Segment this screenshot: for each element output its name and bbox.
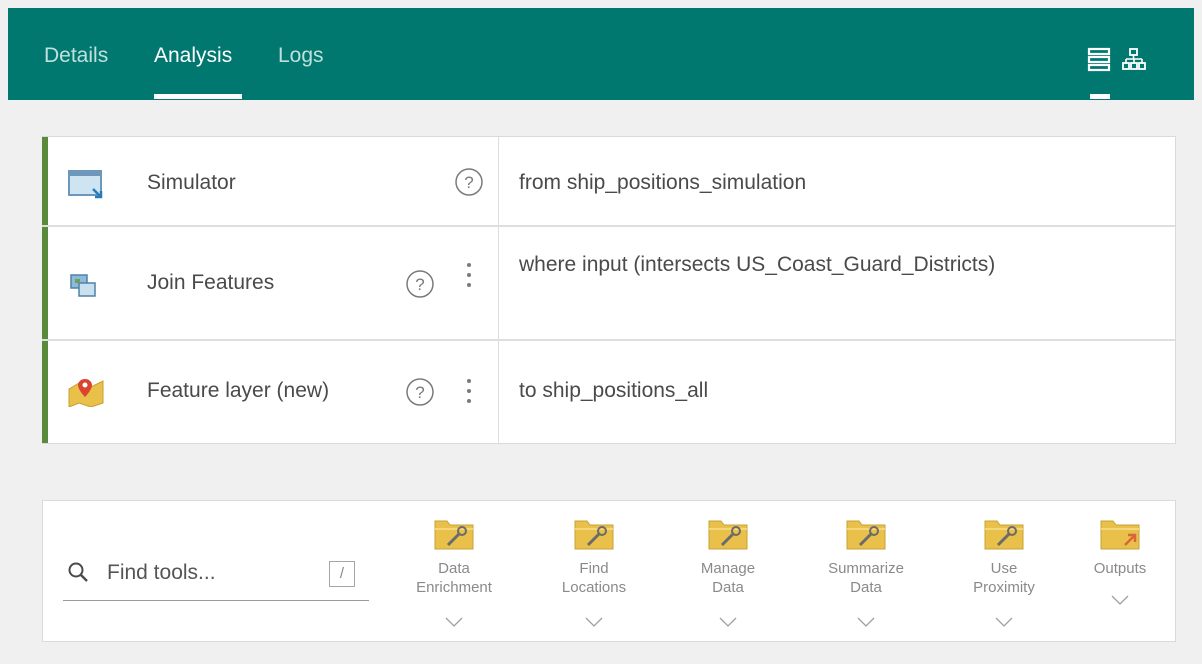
analysis-steps-panel: Simulator ? from ship_positions_simulati…	[42, 136, 1176, 444]
step-row[interactable]: Feature layer (new) ? to ship_positions_…	[42, 341, 1175, 443]
tool-folder-icon	[845, 515, 887, 551]
step-row[interactable]: Simulator ? from ship_positions_simulati…	[42, 137, 1175, 227]
chevron-down-icon	[444, 615, 464, 627]
tool-group-outputs[interactable]: Outputs	[1067, 511, 1173, 639]
chevron-down-icon	[994, 615, 1014, 627]
keyboard-shortcut-badge: /	[329, 561, 355, 587]
tool-group-label: Use Proximity	[973, 560, 1035, 596]
list-view-icon[interactable]	[1086, 46, 1114, 74]
help-icon[interactable]: ?	[454, 167, 484, 197]
tool-group-find-locations[interactable]: Find Locations	[539, 511, 649, 639]
find-tools-search: /	[63, 551, 369, 601]
tool-group-label: Summarize Data	[828, 560, 904, 596]
active-tab-indicator	[154, 94, 242, 99]
step-description: where input (intersects US_Coast_Guard_D…	[519, 253, 996, 276]
tab-logs[interactable]: Logs	[278, 44, 324, 68]
tools-panel: / Data Enrichment Find Locations Manage …	[42, 500, 1176, 642]
help-icon[interactable]: ?	[405, 377, 435, 407]
tool-folder-icon	[433, 515, 475, 551]
diagram-view-icon[interactable]	[1120, 46, 1148, 74]
tab-details[interactable]: Details	[44, 44, 108, 68]
feature-layer-icon	[67, 375, 107, 408]
tool-group-label: Manage Data	[700, 560, 756, 596]
join-features-icon	[67, 271, 107, 303]
tool-group-summarize-data[interactable]: Summarize Data	[811, 511, 921, 639]
tool-group-label: Data Enrichment	[416, 560, 492, 596]
tool-folder-icon	[573, 515, 615, 551]
search-input[interactable]	[107, 555, 317, 591]
step-divider	[498, 341, 499, 443]
tool-group-data-enrichment[interactable]: Data Enrichment	[399, 511, 509, 639]
step-accent-bar	[42, 227, 48, 339]
step-divider	[498, 227, 499, 339]
step-description: to ship_positions_all	[519, 379, 709, 402]
tool-folder-icon	[707, 515, 749, 551]
chevron-down-icon	[718, 615, 738, 627]
top-bar: Details Analysis Logs	[8, 8, 1194, 100]
step-name: Join Features	[147, 271, 275, 294]
step-accent-bar	[42, 341, 48, 443]
more-options-icon[interactable]	[461, 259, 477, 291]
tab-analysis[interactable]: Analysis	[154, 44, 232, 68]
tool-group-label: Find Locations	[561, 560, 627, 596]
help-icon[interactable]: ?	[405, 269, 435, 299]
search-icon	[67, 561, 89, 583]
chevron-down-icon	[1110, 593, 1130, 605]
simulator-icon	[67, 169, 107, 201]
chevron-down-icon	[584, 615, 604, 627]
tool-folder-icon	[983, 515, 1025, 551]
svg-text:?: ?	[415, 383, 424, 402]
svg-text:?: ?	[415, 275, 424, 294]
more-options-icon[interactable]	[461, 375, 477, 407]
tool-group-use-proximity[interactable]: Use Proximity	[949, 511, 1059, 639]
active-view-indicator	[1090, 94, 1110, 99]
svg-text:?: ?	[464, 173, 473, 192]
step-description: from ship_positions_simulation	[519, 171, 807, 194]
tool-group-manage-data[interactable]: Manage Data	[673, 511, 783, 639]
step-name: Feature layer (new)	[147, 379, 330, 402]
step-row[interactable]: Join Features ? where input (intersects …	[42, 227, 1175, 341]
chevron-down-icon	[856, 615, 876, 627]
tool-group-label: Outputs	[1093, 560, 1147, 577]
step-name: Simulator	[147, 171, 236, 194]
output-folder-icon	[1099, 515, 1141, 551]
step-accent-bar	[42, 137, 48, 225]
step-divider	[498, 137, 499, 225]
